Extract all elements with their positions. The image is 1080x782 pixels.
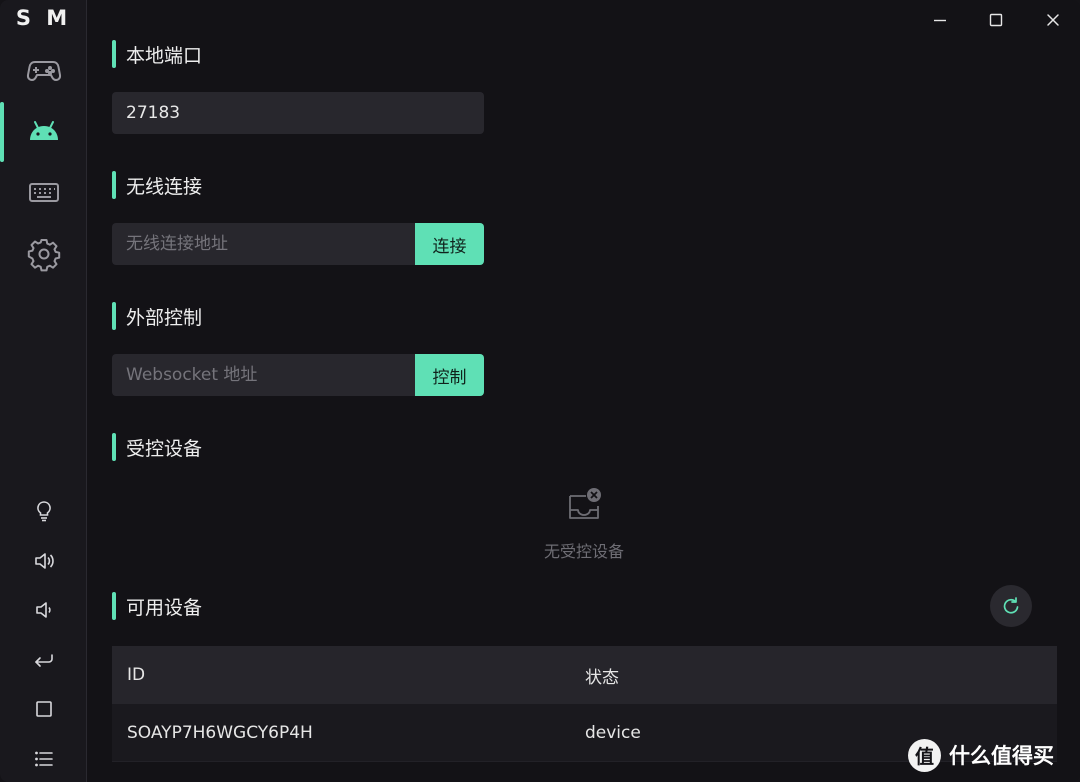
maximize-button[interactable] [976, 6, 1016, 34]
volume-down-icon [35, 602, 51, 618]
minimize-icon [934, 19, 946, 22]
lightbulb-icon [36, 501, 51, 522]
section-title-controlled: 受控设备 [126, 437, 203, 460]
section-available: 可用设备 [112, 591, 202, 621]
tool-home[interactable] [0, 691, 87, 727]
section-accent-bar [112, 40, 116, 68]
nav-item-android[interactable] [0, 100, 87, 162]
watermark: 值 什么值得买 [908, 738, 1054, 772]
close-icon [1047, 14, 1059, 26]
menu-list-icon [34, 751, 53, 767]
refresh-button[interactable] [990, 585, 1032, 627]
control-button[interactable]: 控制 [415, 354, 484, 396]
section-accent-bar [112, 171, 116, 199]
section-controlled: 受控设备 [112, 432, 202, 462]
device-id-cell: SOAYP7H6WGCY6P4H [127, 722, 313, 743]
app-brand: S M [15, 6, 72, 30]
section-accent-bar [112, 302, 116, 330]
websocket-address-input[interactable] [112, 354, 416, 396]
refresh-icon [1003, 597, 1019, 614]
tool-menu[interactable] [0, 741, 87, 777]
section-title-external: 外部控制 [126, 306, 203, 329]
section-local-port: 本地端口 [112, 39, 202, 69]
tool-back[interactable] [0, 642, 87, 678]
section-external: 外部控制 [112, 301, 202, 331]
table-header: ID 状态 [112, 646, 1057, 704]
column-header-status: 状态 [585, 667, 619, 688]
empty-inbox-icon [569, 488, 601, 519]
local-port-input[interactable] [112, 92, 484, 134]
nav-item-settings[interactable] [0, 224, 87, 284]
gamepad-icon [26, 61, 61, 81]
keyboard-icon [28, 183, 59, 202]
empty-state: 无受控设备 [504, 486, 664, 562]
sidebar: S M [0, 0, 87, 782]
volume-up-icon [34, 553, 54, 569]
wireless-address-input[interactable] [112, 223, 416, 265]
maximize-icon [989, 13, 1003, 27]
tool-lightbulb[interactable] [0, 493, 87, 529]
connect-button[interactable]: 连接 [415, 223, 484, 265]
section-title-local-port: 本地端口 [126, 44, 203, 67]
section-title-available: 可用设备 [126, 596, 203, 619]
android-icon [29, 121, 58, 140]
watermark-text: 什么值得买 [949, 744, 1054, 768]
minimize-button[interactable] [920, 6, 960, 34]
nav-item-gamepad[interactable] [0, 39, 87, 99]
tool-volume-up[interactable] [0, 543, 87, 579]
section-wireless: 无线连接 [112, 170, 202, 200]
back-arrow-icon [34, 654, 53, 667]
section-accent-bar [112, 592, 116, 620]
settings-gear-icon [27, 239, 60, 272]
watermark-logo: 值 [908, 738, 941, 772]
app-window: S M 本地端口 27183 无线连接 无线连接地址 连接 外部控制 Webso… [0, 0, 1080, 782]
column-header-id: ID [127, 665, 146, 685]
close-button[interactable] [1033, 6, 1073, 34]
nav-item-keyboard[interactable] [0, 162, 87, 222]
section-accent-bar [112, 433, 116, 461]
home-square-icon [35, 701, 52, 717]
tool-volume-down[interactable] [0, 592, 87, 628]
section-title-wireless: 无线连接 [126, 175, 203, 198]
empty-state-text: 无受控设备 [543, 542, 624, 561]
